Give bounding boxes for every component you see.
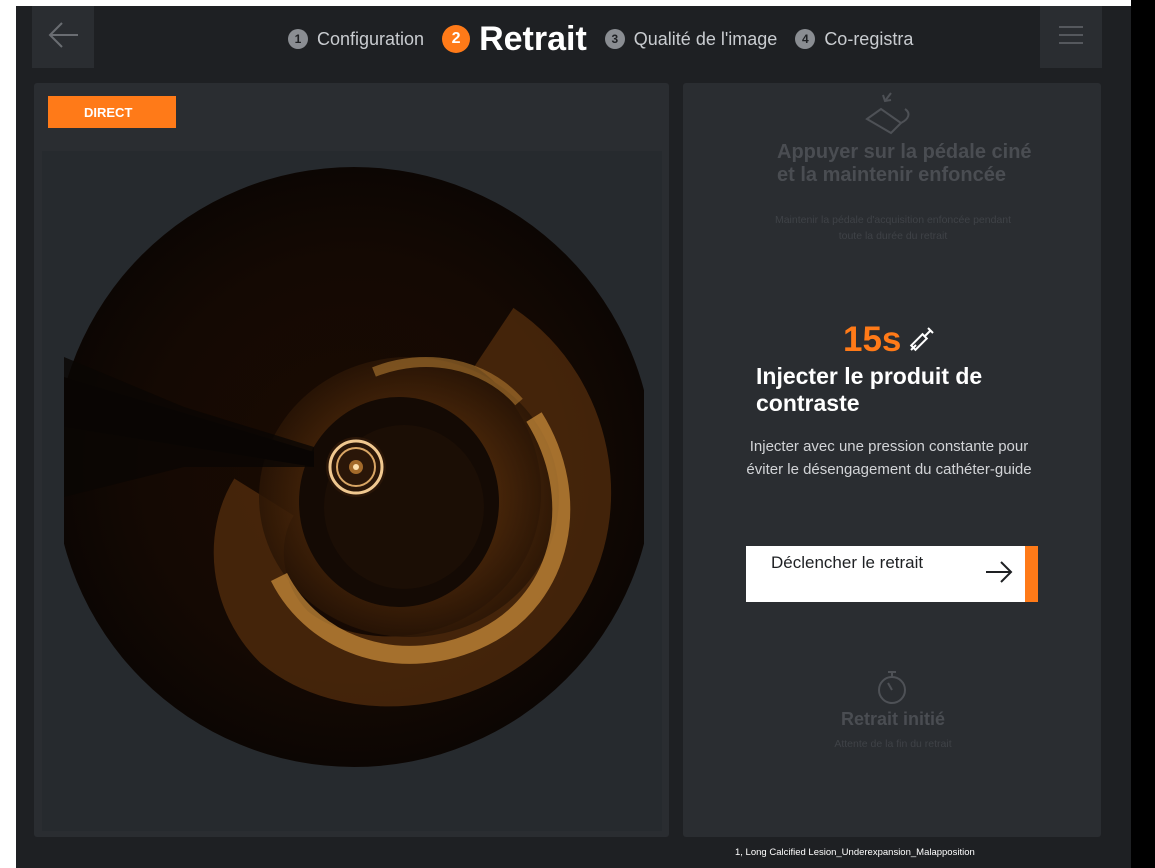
inject-instruction-title: Injecter le produit de contraste xyxy=(756,363,983,416)
app-window: 1 Configuration 2 Retrait 3 Qualité de l… xyxy=(16,6,1131,868)
menu-button[interactable] xyxy=(1040,6,1102,68)
foot-pedal-icon xyxy=(861,89,915,140)
button-accent-stripe xyxy=(1025,546,1038,602)
step-number: 2 xyxy=(442,25,471,53)
injection-timer: 15s xyxy=(843,320,902,359)
pullback-status-description: Attente de la fin du retrait xyxy=(834,738,952,750)
pedal-instruction-description: Maintenir la pédale d'acquisition enfonc… xyxy=(774,214,1012,242)
injection-timer-row: 15s xyxy=(843,318,935,362)
arrow-right-icon xyxy=(984,560,1014,589)
instructions-panel: Appuyer sur la pédale ciné et la mainten… xyxy=(683,83,1101,837)
screen: 1 Configuration 2 Retrait 3 Qualité de l… xyxy=(0,0,1155,868)
step-number: 3 xyxy=(604,29,625,49)
pullback-status-title: Retrait initié xyxy=(840,709,946,729)
back-button[interactable] xyxy=(32,6,94,68)
scan-area xyxy=(42,151,662,831)
trigger-pullback-button[interactable]: Déclencher le retrait xyxy=(746,546,1038,602)
right-border xyxy=(1131,0,1155,868)
workflow-steps: 1 Configuration 2 Retrait 3 Qualité de l… xyxy=(288,14,1028,64)
step-number: 1 xyxy=(288,29,308,49)
stopwatch-icon xyxy=(875,668,909,711)
oct-cross-section-image xyxy=(64,167,644,767)
step-co-registration[interactable]: 4 Co-registra xyxy=(795,29,913,50)
live-view-panel: DIRECT xyxy=(34,83,669,837)
step-label: Configuration xyxy=(317,28,425,49)
step-retrait[interactable]: 2 Retrait xyxy=(442,20,587,59)
step-label: Co-registra xyxy=(824,28,914,49)
step-image-quality[interactable]: 3 Qualité de l'image xyxy=(604,28,778,50)
arrow-left-icon xyxy=(46,21,80,54)
trigger-pullback-label: Déclencher le retrait xyxy=(771,553,924,572)
step-number: 4 xyxy=(795,29,816,49)
step-label: Retrait xyxy=(479,19,587,58)
inject-instruction-description: Injecter avec une pression constante pou… xyxy=(746,438,1032,478)
hamburger-menu-icon xyxy=(1058,25,1084,50)
step-configuration[interactable]: 1 Configuration xyxy=(288,29,424,50)
syringe-icon xyxy=(907,326,935,354)
step-label: Qualité de l'image xyxy=(633,28,778,49)
image-caption: 1, Long Calcified Lesion_Underexpansion_… xyxy=(735,847,975,858)
live-badge: DIRECT xyxy=(48,96,176,128)
pedal-instruction-title: Appuyer sur la pédale ciné et la mainten… xyxy=(777,141,1032,186)
